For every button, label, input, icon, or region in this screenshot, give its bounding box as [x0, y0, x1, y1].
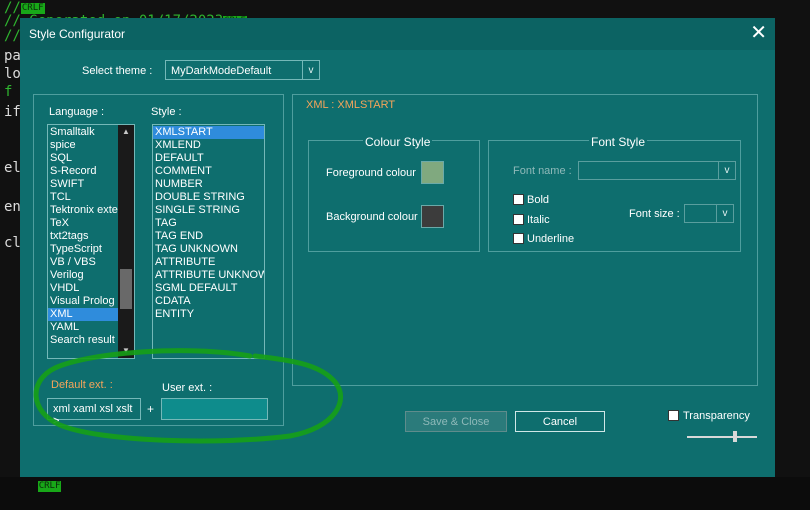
crlf-marker: CRLF	[37, 480, 62, 492]
annotation-scribble	[33, 348, 344, 444]
